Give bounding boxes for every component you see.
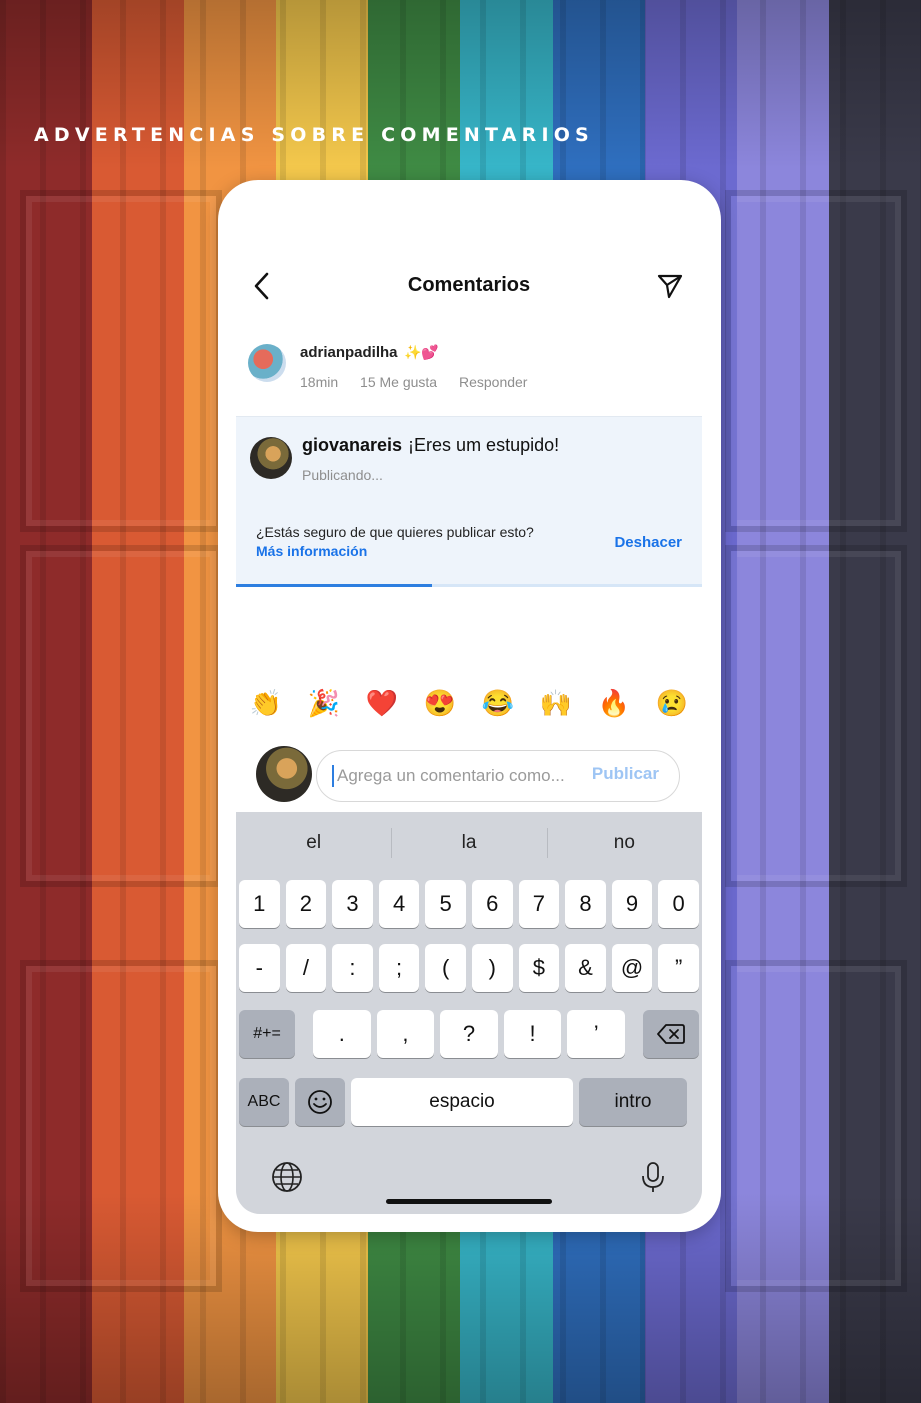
key[interactable]: , [376,1010,435,1058]
emoji-button[interactable]: 😂 [478,688,518,728]
comment-username[interactable]: giovanareis [302,435,402,455]
door-panel [20,545,222,887]
reply-button[interactable]: Responder [459,374,528,390]
comment-field[interactable]: Publicar [316,750,680,802]
comment-meta: 18min 15 Me gusta Responder [300,374,545,390]
home-indicator [386,1199,552,1204]
emoji-key[interactable] [295,1078,345,1126]
avatar [256,746,312,802]
backspace-icon [657,1024,685,1044]
key[interactable]: 5 [425,880,466,928]
door-panel [725,190,907,532]
comment-text: ¡Eres um estupido! [408,435,560,455]
comment-emoji: ✨💕 [404,344,439,360]
post-button[interactable]: Publicar [592,764,659,784]
comment-likes[interactable]: 15 Me gusta [360,374,437,390]
undo-button[interactable]: Deshacer [614,534,682,551]
microphone-icon[interactable] [636,1160,670,1194]
door-panel [725,960,907,1292]
comment-warning: ¿Estás seguro de que quieres publicar es… [236,504,702,586]
key[interactable]: ! [503,1010,562,1058]
comment-composer: Publicar [236,742,702,810]
suggestion-bar: el la no [236,812,702,874]
headline: ADVERTENCIAS SOBRE COMENTARIOS [34,124,594,146]
more-info-link[interactable]: Más información [256,543,367,559]
keyboard-row-bottom: ABC espacio intro [239,1078,699,1126]
key-spacer [631,1010,637,1058]
paper-plane-icon[interactable] [656,272,684,300]
nav-bar: Comentarios [236,270,702,306]
suggestion-item[interactable]: no [546,812,702,874]
emoji-button[interactable]: 😢 [652,688,692,728]
emoji-button[interactable]: 🔥 [594,688,634,728]
door-panel [725,545,907,887]
keyboard-row-symbols: - /:;() $ & @” [239,944,699,992]
key[interactable]: 4 [378,880,420,928]
key[interactable]: ) [471,944,513,992]
phone-screen: Comentarios adrianpadilha ✨💕 18min 15 Me… [236,198,702,1214]
emoji-bar: 👏 🎉 ❤️ 😍 😂 🙌 🔥 😢 [246,688,692,728]
keyboard-row-punctuation: #+=.,?!’ [239,1010,699,1058]
posting-progress-bar [236,584,702,587]
progress-fill [236,584,432,587]
abc-key[interactable]: ABC [239,1078,289,1126]
door-panel [20,960,222,1292]
page-title: Comentarios [407,274,531,296]
pending-comment: giovanareis ¡Eres um estupido! Publicando… [236,416,702,506]
phone-frame: Comentarios adrianpadilha ✨💕 18min 15 Me… [218,180,721,1232]
posting-status: Publicando... [302,467,383,483]
suggestion-item[interactable]: la [391,812,546,874]
comment-username[interactable]: adrianpadilha [300,344,398,361]
key[interactable]: / [285,944,327,992]
emoji-button[interactable]: ❤️ [362,688,402,728]
key[interactable]: $ [518,944,560,992]
emoji-button[interactable]: 👏 [246,688,286,728]
comment-item: adrianpadilha ✨💕 18min 15 Me gusta Respo… [236,328,702,398]
emoji-button[interactable]: 🙌 [536,688,576,728]
key[interactable]: 1 [239,880,280,928]
pending-comment-line: giovanareis ¡Eres um estupido! [302,435,559,456]
key[interactable]: ; [378,944,420,992]
key[interactable]: 9 [611,880,653,928]
avatar[interactable] [248,344,286,382]
key[interactable]: ’ [567,1010,625,1058]
key[interactable]: 7 [518,880,560,928]
key[interactable]: . [313,1010,371,1058]
warning-question: ¿Estás seguro de que quieres publicar es… [256,524,534,540]
suggestion-item[interactable]: el [236,812,391,874]
globe-icon[interactable] [270,1160,304,1194]
key[interactable]: & [565,944,606,992]
comment-time: 18min [300,374,339,390]
key[interactable]: ( [425,944,466,992]
key[interactable]: 8 [565,880,606,928]
key[interactable]: - [239,944,280,992]
key[interactable]: @ [611,944,653,992]
keyboard-row-digits: 1234567890 [239,880,699,928]
keyboard: el la no 1234567890 - /:;() $ & @” #+=.,?!’ AB… [236,812,702,1214]
key[interactable]: 3 [332,880,373,928]
comment-input[interactable] [335,751,579,801]
key[interactable]: 6 [471,880,513,928]
symbols-mode-key[interactable]: #+= [239,1010,295,1058]
door-panel [20,190,222,532]
key[interactable]: 0 [658,880,699,928]
space-key[interactable]: espacio [351,1078,573,1126]
avatar[interactable] [250,437,292,479]
delete-key[interactable] [642,1010,699,1058]
emoji-button[interactable]: 😍 [420,688,460,728]
emoji-button[interactable]: 🎉 [304,688,344,728]
key[interactable]: ? [440,1010,498,1058]
return-key[interactable]: intro [579,1078,687,1126]
key[interactable]: 2 [285,880,327,928]
key[interactable]: : [332,944,373,992]
emoji-icon [308,1090,332,1114]
text-caret [332,765,334,787]
key[interactable]: ” [658,944,699,992]
key-spacer [301,1010,307,1058]
